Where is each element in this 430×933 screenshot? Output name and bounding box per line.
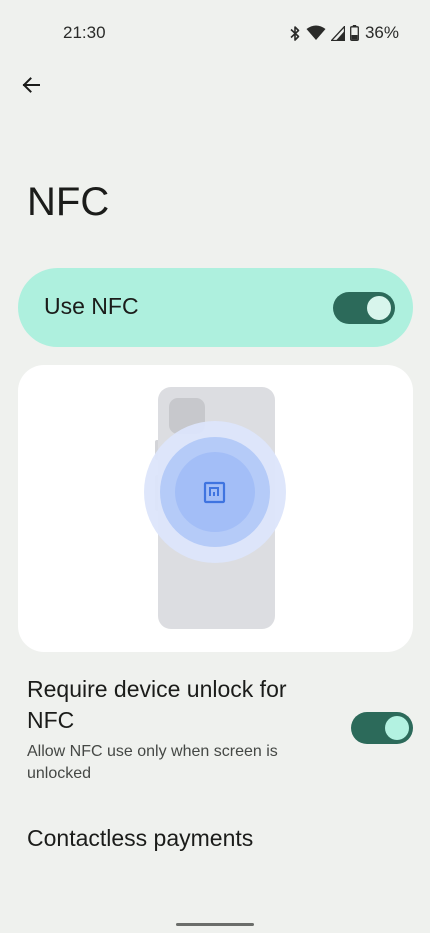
contactless-payments-item[interactable]: Contactless payments — [0, 808, 430, 870]
use-nfc-label: Use NFC — [44, 293, 139, 319]
toggle-thumb — [367, 296, 391, 320]
wifi-icon — [306, 25, 326, 40]
back-button[interactable] — [14, 68, 48, 102]
require-unlock-setting[interactable]: Require device unlock for NFC Allow NFC … — [0, 668, 430, 788]
bluetooth-icon — [290, 25, 300, 41]
require-unlock-toggle[interactable] — [351, 712, 413, 744]
use-nfc-main-switch[interactable]: Use NFC — [18, 268, 413, 347]
page-title: NFC — [27, 180, 110, 224]
battery-icon — [350, 25, 359, 41]
toggle-thumb — [385, 716, 409, 740]
require-unlock-title: Require device unlock for NFC — [27, 676, 287, 733]
contactless-payments-label: Contactless payments — [27, 825, 254, 851]
nfc-phone-illustration — [144, 387, 286, 629]
arrow-back-icon — [22, 77, 40, 93]
use-nfc-toggle[interactable] — [333, 292, 395, 324]
battery-percent: 36% — [364, 23, 399, 42]
require-unlock-summary: Allow NFC use only when screen is unlock… — [27, 743, 278, 782]
cell-signal-icon — [330, 25, 345, 41]
nfc-illustration-card — [18, 365, 413, 652]
status-time: 21:30 — [63, 23, 106, 42]
status-bar: 21:30 36% — [0, 0, 430, 66]
status-icons: 36% — [289, 22, 399, 44]
gesture-nav-handle[interactable] — [176, 923, 254, 926]
